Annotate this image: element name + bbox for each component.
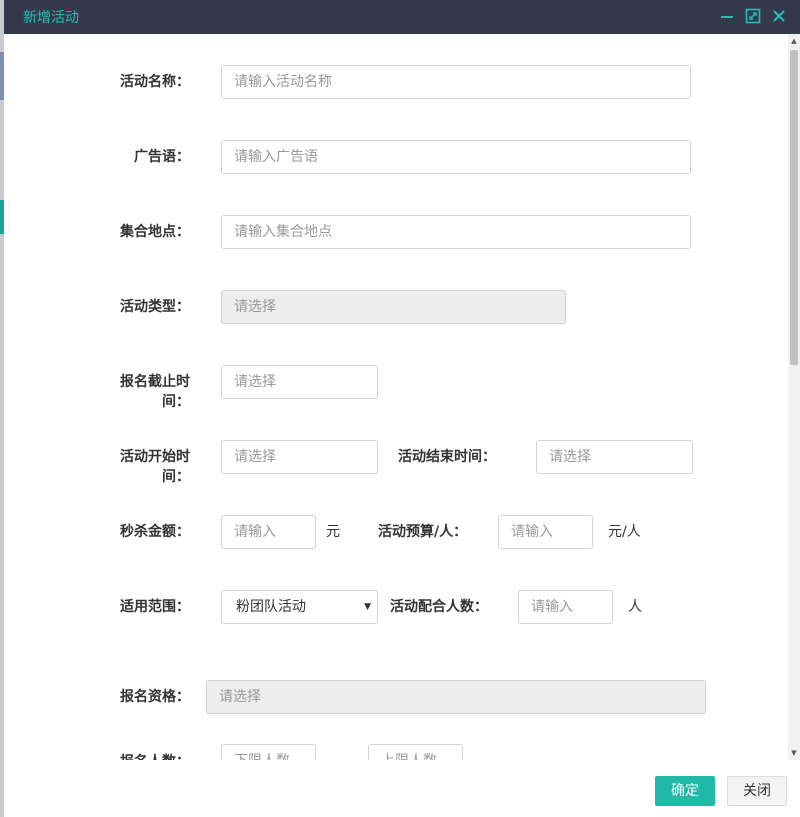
signup-deadline-label-line1: 报名截止时 — [120, 374, 190, 390]
maximize-icon[interactable] — [744, 7, 762, 25]
signup-count-max-input[interactable] — [368, 744, 463, 760]
budget-per-person-label: 活动预算/人： — [378, 524, 468, 540]
scope-label: 适用范围： — [120, 599, 190, 615]
vertical-scrollbar[interactable]: ▲ ▼ — [788, 34, 800, 760]
scroll-down-icon[interactable]: ▼ — [790, 749, 798, 757]
qualification-select[interactable] — [206, 680, 706, 714]
meeting-place-label: 集合地点： — [120, 224, 190, 240]
close-button[interactable]: 关闭 — [727, 776, 787, 806]
dialog-content: 活动名称： 广告语： 集合地点： 活动类型： 报名截止时 间： 活动开始时 间：… — [4, 34, 788, 760]
flash-price-input[interactable] — [221, 515, 316, 549]
flash-price-label: 秒杀金额： — [120, 524, 190, 540]
start-time-input[interactable] — [221, 440, 378, 474]
end-time-label: 活动结束时间： — [398, 449, 496, 465]
signup-count-min-input[interactable] — [221, 744, 316, 760]
confirm-button[interactable]: 确定 — [655, 776, 715, 806]
signup-deadline-input[interactable] — [221, 365, 378, 399]
scroll-up-icon[interactable]: ▲ — [790, 37, 798, 45]
budget-per-person-input[interactable] — [498, 515, 593, 549]
activity-type-select[interactable] — [221, 290, 566, 324]
minimize-icon[interactable] — [718, 7, 736, 25]
scroll-thumb[interactable] — [790, 50, 798, 365]
start-time-label-line1: 活动开始时 — [120, 449, 190, 465]
dialog-footer: 确定 关闭 — [4, 760, 800, 817]
participant-count-input[interactable] — [518, 590, 613, 624]
slogan-label: 广告语： — [134, 149, 190, 165]
activity-type-label: 活动类型： — [120, 299, 190, 315]
meeting-place-input[interactable] — [221, 215, 691, 249]
signup-deadline-label-line2: 间： — [162, 394, 190, 410]
activity-name-label: 活动名称： — [120, 74, 190, 90]
flash-price-unit: 元 — [326, 524, 340, 540]
dialog-title: 新增活动 — [23, 10, 79, 26]
scope-select[interactable]: 粉团队活动 ▼ — [221, 590, 378, 624]
qualification-label: 报名资格： — [120, 689, 190, 705]
budget-per-person-unit: 元/人 — [608, 524, 641, 540]
add-activity-dialog: 新增活动 活动名称： 广告语： 集合地点： — [4, 0, 800, 817]
participant-count-label: 活动配合人数： — [390, 599, 488, 615]
slogan-input[interactable] — [221, 140, 691, 174]
end-time-input[interactable] — [536, 440, 693, 474]
scope-selected-value: 粉团队活动 — [236, 599, 306, 615]
signup-count-label: 报名人数： — [94, 752, 190, 760]
close-icon[interactable] — [770, 7, 788, 25]
participant-count-unit: 人 — [628, 599, 642, 615]
chevron-down-icon: ▼ — [364, 602, 371, 612]
dialog-titlebar: 新增活动 — [4, 0, 800, 34]
start-time-label-line2: 间： — [162, 469, 190, 485]
activity-name-input[interactable] — [221, 65, 691, 99]
